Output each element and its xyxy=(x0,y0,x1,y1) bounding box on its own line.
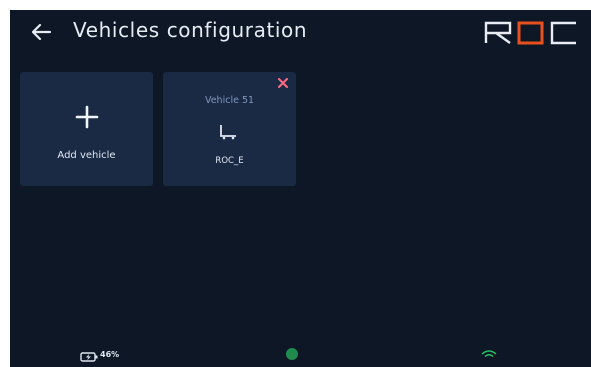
page-title: Vehicles configuration xyxy=(73,18,308,42)
wifi-icon xyxy=(481,350,497,358)
add-vehicle-card[interactable]: Add vehicle xyxy=(20,72,153,186)
add-vehicle-label: Add vehicle xyxy=(57,150,116,161)
vehicle-type: ROC_E xyxy=(215,156,244,166)
close-icon[interactable] xyxy=(278,78,288,88)
battery-charging-icon xyxy=(80,352,98,362)
arrow-left-icon[interactable] xyxy=(30,23,52,41)
plus-icon xyxy=(75,105,99,129)
roc-logo xyxy=(484,21,576,45)
battery-percentage: 46% xyxy=(100,350,120,359)
vehicles-configuration-screen: Vehicles configuration Add vehicle Vehic… xyxy=(10,10,591,367)
cart-icon xyxy=(220,125,236,140)
vehicle-card[interactable]: Vehicle 51 ROC_E xyxy=(163,72,296,186)
status-dot-icon xyxy=(286,348,298,360)
vehicle-name: Vehicle 51 xyxy=(204,95,255,106)
